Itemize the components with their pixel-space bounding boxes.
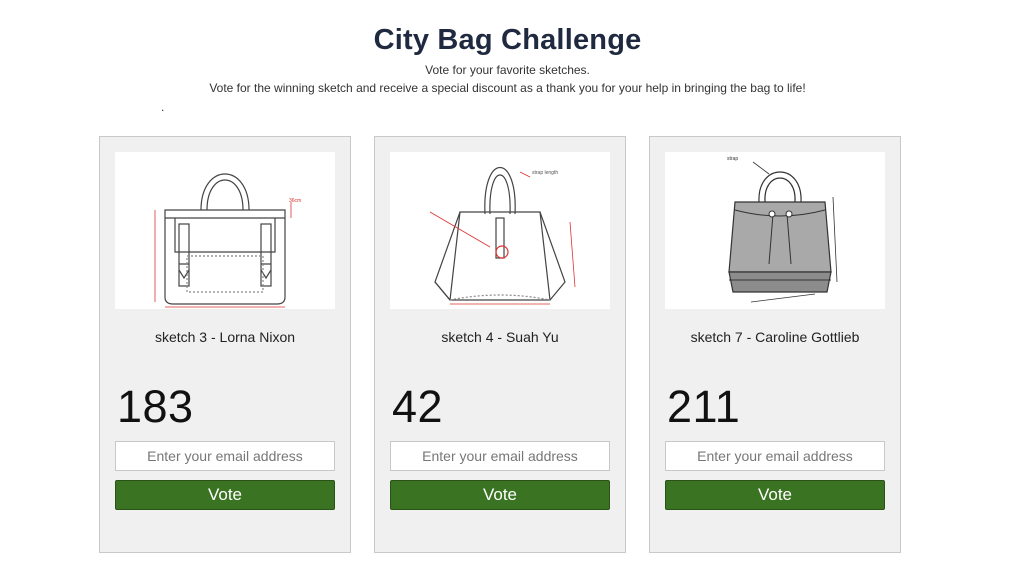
- sketch-card: strap sketch 7 - Caroline Gottlieb 211 V…: [649, 136, 901, 553]
- sketch-card: strap length sketch 4 - Suah Yu 42 Vote: [374, 136, 626, 553]
- page-subtitle: Vote for your favorite sketches.: [425, 63, 590, 77]
- svg-text:36cm: 36cm: [289, 198, 301, 204]
- svg-text:strap length: strap length: [532, 170, 558, 176]
- page-description: Vote for the winning sketch and receive …: [209, 81, 806, 95]
- vote-button[interactable]: Vote: [390, 480, 610, 510]
- email-input[interactable]: [665, 441, 885, 471]
- vote-button[interactable]: Vote: [665, 480, 885, 510]
- sketch-card: 36cm sketch 3 - Lorna Nixon 183 Vote: [99, 136, 351, 553]
- sketch-label: sketch 4 - Suah Yu: [441, 329, 559, 345]
- svg-text:strap: strap: [727, 156, 738, 162]
- sketch-label: sketch 7 - Caroline Gottlieb: [690, 329, 860, 345]
- vote-count: 183: [117, 381, 194, 432]
- stray-dot: .: [161, 100, 165, 114]
- sketch-image-handbag: strap: [665, 152, 885, 309]
- email-input[interactable]: [390, 441, 610, 471]
- vote-count: 211: [667, 381, 741, 432]
- sketch-image-tote: 36cm: [115, 152, 335, 309]
- sketch-label: sketch 3 - Lorna Nixon: [154, 329, 296, 345]
- sketch-image-tote-sketch: strap length: [390, 152, 610, 309]
- email-input[interactable]: [115, 441, 335, 471]
- vote-count: 42: [392, 381, 444, 432]
- vote-button[interactable]: Vote: [115, 480, 335, 510]
- page-title: City Bag Challenge: [373, 24, 642, 56]
